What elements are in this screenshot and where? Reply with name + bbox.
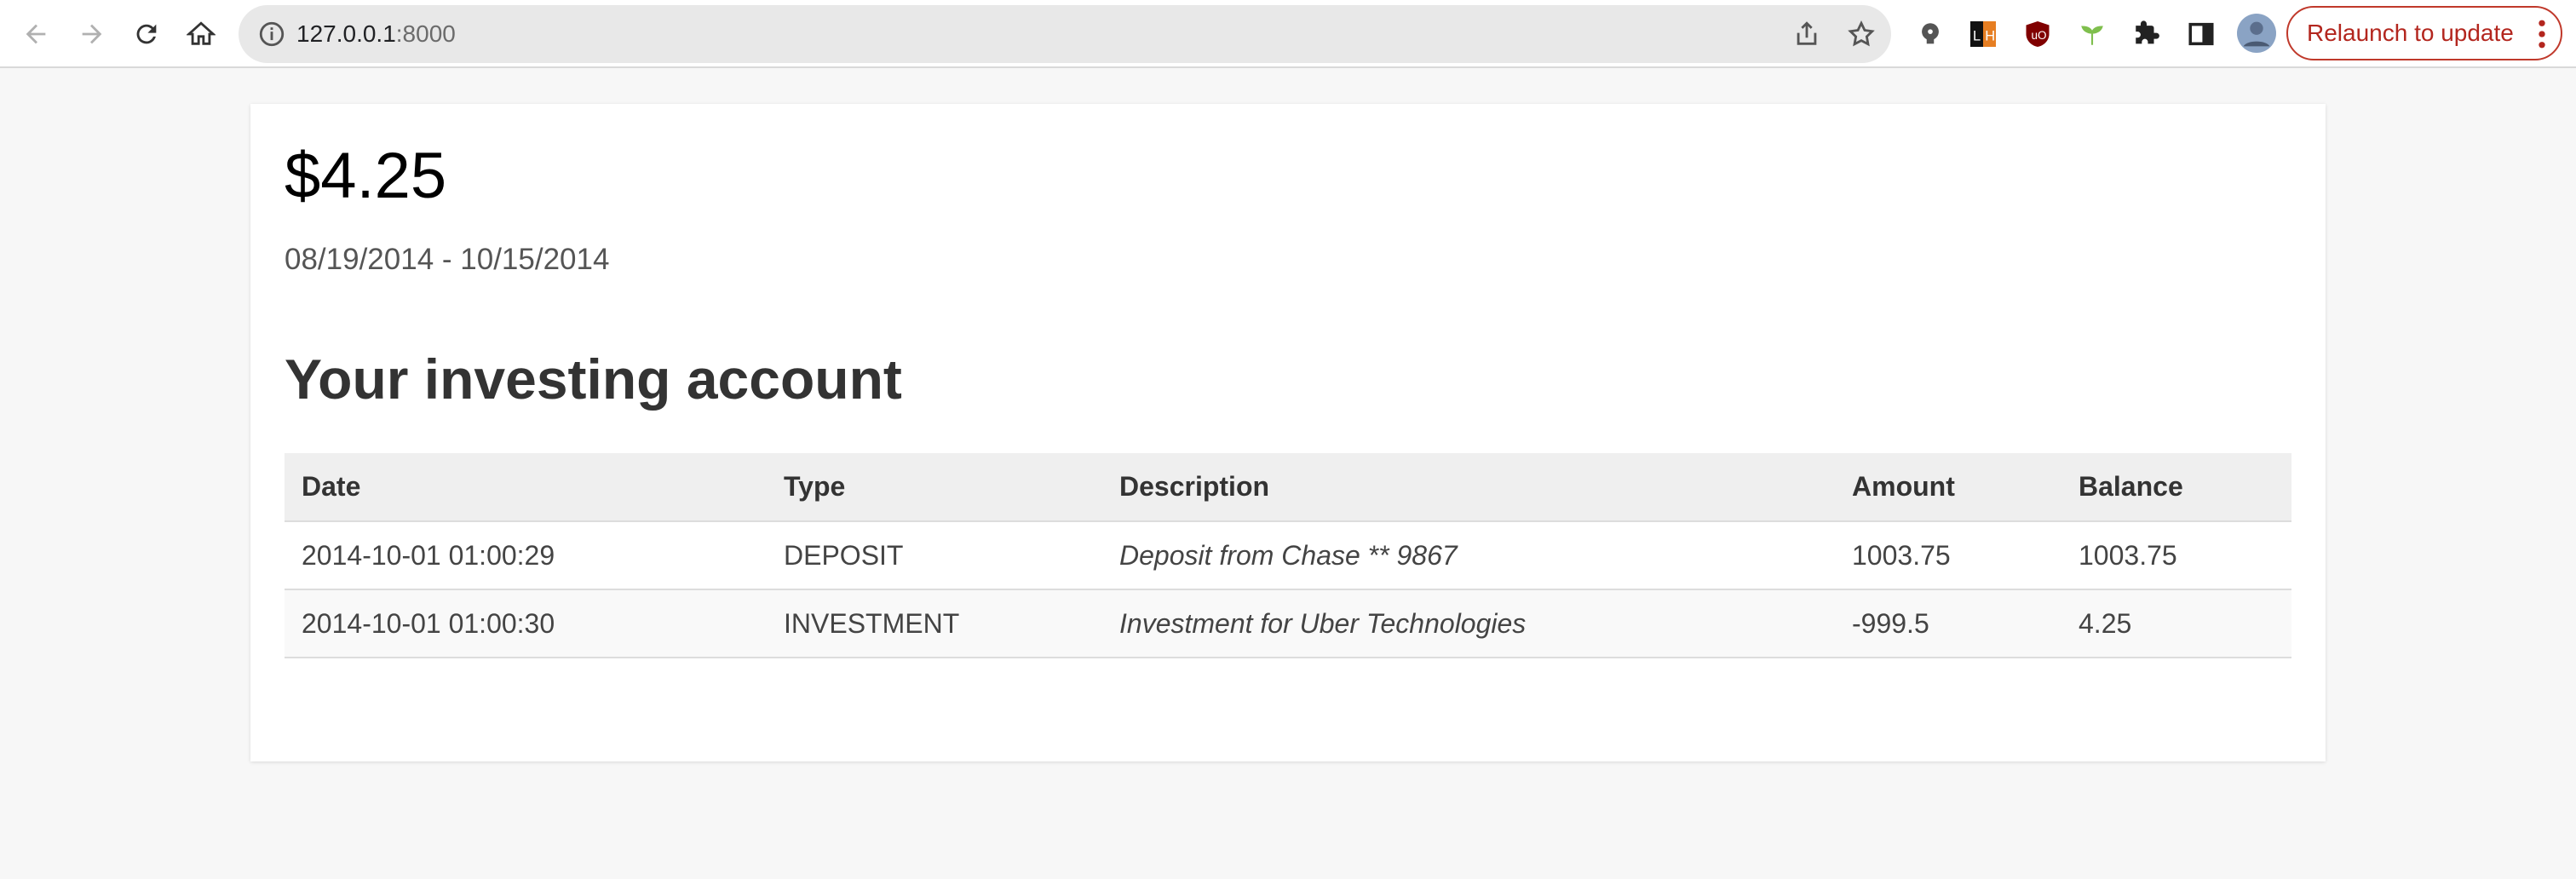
svg-text:L: L xyxy=(1973,29,1981,44)
account-balance: $4.25 xyxy=(285,140,447,212)
url-text: 127.0.0.1:8000 xyxy=(296,20,456,49)
cell-description: Investment for Uber Technologies xyxy=(1102,589,1835,658)
column-header-description: Description xyxy=(1102,453,1835,522)
forward-icon xyxy=(82,24,102,44)
cell-amount: 1003.75 xyxy=(1835,521,2061,590)
cell-description: Deposit from Chase ** 9867 xyxy=(1102,521,1835,590)
svg-text:H: H xyxy=(1985,29,1995,44)
cell-balance: 1003.75 xyxy=(2061,521,2291,590)
back-icon xyxy=(26,24,46,44)
table-row: 2014-10-01 01:00:30 INVESTMENT Investmen… xyxy=(285,589,2291,658)
more-menu-icon[interactable] xyxy=(2537,20,2547,49)
side-panel-icon[interactable] xyxy=(2184,17,2218,51)
site-info-icon[interactable] xyxy=(257,20,286,49)
cell-type: DEPOSIT xyxy=(767,521,1102,590)
profile-avatar[interactable] xyxy=(2237,14,2276,53)
forward-button[interactable] xyxy=(70,12,114,56)
reload-icon xyxy=(136,24,157,44)
date-range: 08/19/2014 - 10/15/2014 xyxy=(285,243,610,276)
home-button[interactable] xyxy=(179,12,223,56)
home-icon xyxy=(187,21,216,45)
account-heading: Your investing account xyxy=(285,348,902,411)
bulb-extension-icon[interactable] xyxy=(1913,17,1947,51)
share-icon[interactable] xyxy=(1792,20,1821,49)
column-header-balance: Balance xyxy=(2061,453,2291,522)
account-card: $4.25 08/19/2014 - 10/15/2014 Your inves… xyxy=(250,104,2326,761)
url-host: 127.0.0.1 xyxy=(296,20,396,47)
cell-date: 2014-10-01 01:00:29 xyxy=(285,521,767,590)
svg-text:uO: uO xyxy=(2032,29,2047,42)
browser-toolbar: 127.0.0.1:8000 LH uO Relaunch to update xyxy=(0,0,2576,68)
column-header-amount: Amount xyxy=(1835,453,2061,522)
plant-extension-icon[interactable] xyxy=(2075,17,2109,51)
bookmark-star-icon[interactable] xyxy=(1847,20,1876,49)
column-header-type: Type xyxy=(767,453,1102,522)
address-bar[interactable]: 127.0.0.1:8000 xyxy=(239,5,1891,63)
reload-button[interactable] xyxy=(124,12,169,56)
cell-balance: 4.25 xyxy=(2061,589,2291,658)
table-header-row: Date Type Description Amount Balance xyxy=(285,453,2291,522)
transactions-table: Date Type Description Amount Balance 201… xyxy=(285,453,2291,658)
lh-extension-icon[interactable]: LH xyxy=(1966,17,2000,51)
cell-type: INVESTMENT xyxy=(767,589,1102,658)
column-header-date: Date xyxy=(285,453,767,522)
relaunch-label: Relaunch to update xyxy=(2307,20,2514,46)
ublock-extension-icon[interactable]: uO xyxy=(2021,17,2055,51)
puzzle-extensions-icon[interactable] xyxy=(2130,17,2164,51)
back-button[interactable] xyxy=(14,12,58,56)
cell-date: 2014-10-01 01:00:30 xyxy=(285,589,767,658)
cell-amount: -999.5 xyxy=(1835,589,2061,658)
url-port: :8000 xyxy=(395,20,456,47)
table-row: 2014-10-01 01:00:29 DEPOSIT Deposit from… xyxy=(285,521,2291,590)
relaunch-to-update-button[interactable]: Relaunch to update xyxy=(2286,6,2562,60)
